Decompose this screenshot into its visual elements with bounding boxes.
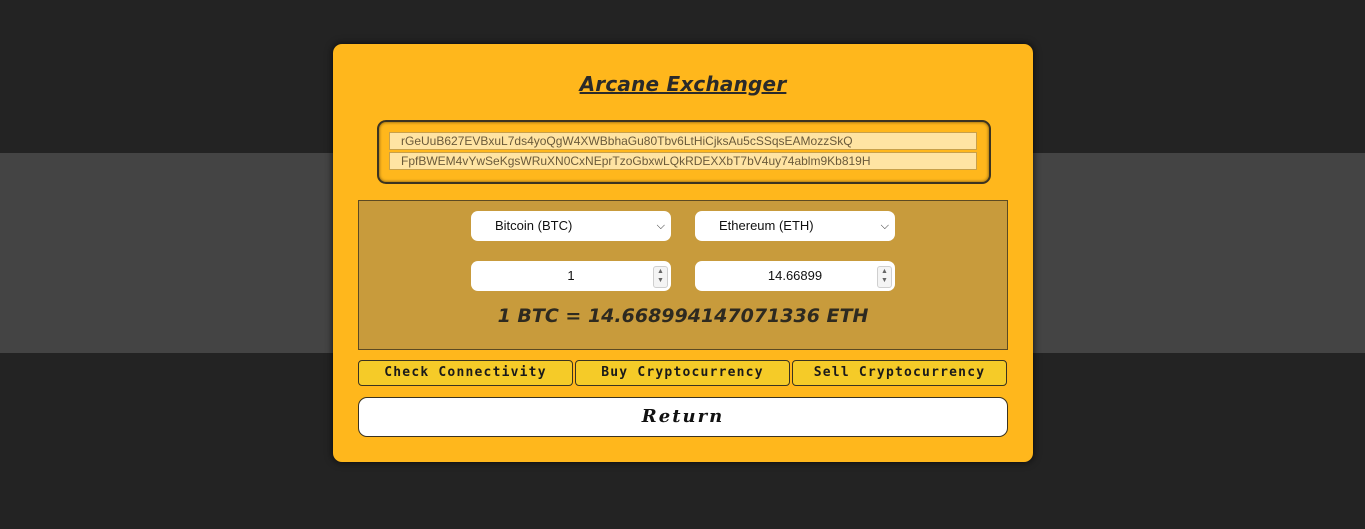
to-amount-input[interactable]: 14.66899 ▲ ▼ [695, 261, 895, 291]
return-button[interactable]: Return [358, 397, 1008, 437]
spinner-arrows-icon[interactable]: ▲ ▼ [877, 266, 892, 288]
to-amount-value: 14.66899 [767, 268, 823, 283]
exchange-rate-text: 1 BTC = 14.668994147071336 ETH [497, 305, 869, 327]
spinner-arrows-icon[interactable]: ▲ ▼ [653, 266, 668, 288]
chevron-down-icon: ⌵ [880, 220, 889, 232]
from-currency-select[interactable]: Bitcoin (BTC) ⌵ [471, 211, 671, 241]
from-amount-value: 1 [567, 268, 575, 283]
buy-cryptocurrency-button[interactable]: Buy Cryptocurrency [575, 360, 790, 386]
exchange-box: Bitcoin (BTC) ⌵ Ethereum (ETH) ⌵ 1 ▲ ▼ 14… [358, 200, 1008, 350]
to-currency-label: Ethereum (ETH) [719, 218, 814, 233]
chevron-down-icon: ⌵ [656, 220, 665, 232]
check-connectivity-button[interactable]: Check Connectivity [358, 360, 573, 386]
sell-cryptocurrency-button[interactable]: Sell Cryptocurrency [792, 360, 1007, 386]
exchanger-panel: Arcane Exchanger rGeUuB627EVBxuL7ds4yoQg… [333, 44, 1033, 462]
private-key-field[interactable]: FpfBWEM4vYwSeKgsWRuXN0CxNEprTzoGbxwLQkRD… [389, 152, 977, 170]
page-title: Arcane Exchanger [579, 72, 787, 96]
to-currency-select[interactable]: Ethereum (ETH) ⌵ [695, 211, 895, 241]
wallet-keys-box: rGeUuB627EVBxuL7ds4yoQgW4XWBbhaGu80Tbv6L… [377, 120, 991, 184]
from-amount-input[interactable]: 1 ▲ ▼ [471, 261, 671, 291]
from-currency-label: Bitcoin (BTC) [495, 218, 573, 233]
public-key-field[interactable]: rGeUuB627EVBxuL7ds4yoQgW4XWBbhaGu80Tbv6L… [389, 132, 977, 150]
